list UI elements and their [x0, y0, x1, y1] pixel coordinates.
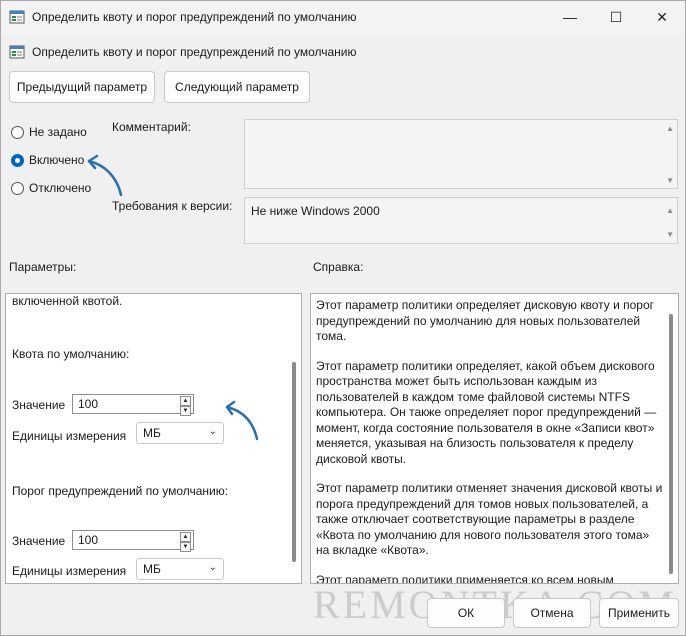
warning-value-text: 100	[78, 533, 99, 547]
help-paragraph: Этот параметр политики определяет, какой…	[316, 358, 657, 466]
help-panel: Этот параметр политики определяет дисков…	[310, 293, 679, 584]
policy-app-icon	[9, 10, 25, 24]
value2-label: Значение	[12, 534, 66, 548]
requirements-text: Не ниже Windows 2000	[251, 204, 380, 218]
annotation-arrow-icon	[225, 400, 259, 441]
warning-units-select[interactable]: МБ ⌄	[136, 558, 224, 580]
ok-button[interactable]: ОК	[427, 598, 505, 628]
policy-setting-icon	[9, 45, 25, 59]
scroll-down-icon[interactable]: ▼	[666, 230, 674, 239]
radio-disabled[interactable]: Отключено	[11, 181, 91, 195]
comment-label: Комментарий:	[112, 120, 191, 134]
title-bar: Определить квоту и порог предупреждений …	[1, 1, 685, 33]
radio-indicator	[11, 181, 24, 195]
requirements-label: Требования к версии:	[112, 199, 233, 213]
comment-textarea[interactable]: ▲ ▼	[244, 119, 678, 189]
maximize-icon: ☐	[609, 8, 623, 25]
chevron-down-icon: ⌄	[208, 562, 217, 573]
default-quota-label: Квота по умолчанию:	[12, 347, 130, 361]
quota-units-value: МБ	[143, 426, 161, 440]
spinner-buttons[interactable]: ▲ ▼	[180, 396, 191, 416]
minimize-icon: —	[563, 9, 577, 25]
help-paragraph: Этот параметр политики определяет дисков…	[316, 298, 655, 343]
radio-label: Не задано	[29, 125, 87, 139]
close-button[interactable]: ✕	[639, 1, 685, 33]
radio-label: Включено	[29, 153, 85, 167]
spin-up-icon[interactable]: ▲	[180, 396, 191, 406]
close-icon: ✕	[656, 8, 668, 25]
params-scrollbar[interactable]	[292, 362, 296, 562]
quota-value-spinner[interactable]: 100 ▲ ▼	[72, 394, 194, 416]
warning-value-spinner[interactable]: 100 ▲ ▼	[72, 530, 194, 552]
help-paragraph: Этот параметр политики применяется ко вс…	[316, 572, 614, 584]
window-title: Определить квоту и порог предупреждений …	[32, 10, 357, 24]
quota-value-text: 100	[78, 397, 99, 411]
spin-down-icon[interactable]: ▼	[180, 406, 191, 416]
value1-label: Значение	[12, 398, 66, 412]
radio-enabled[interactable]: Включено	[11, 153, 84, 167]
scroll-up-icon[interactable]: ▲	[666, 124, 674, 133]
apply-button[interactable]: Применить	[599, 598, 679, 628]
scroll-up-icon[interactable]: ▲	[666, 206, 674, 215]
radio-indicator	[11, 153, 24, 167]
maximize-button[interactable]: ☐	[593, 1, 639, 33]
scroll-down-icon[interactable]: ▼	[666, 176, 674, 185]
policy-dialog-window: Определить квоту и порог предупреждений …	[0, 0, 686, 636]
quota-units-select[interactable]: МБ ⌄	[136, 422, 224, 444]
spin-down-icon[interactable]: ▼	[180, 542, 191, 552]
params-header: Параметры:	[9, 260, 77, 274]
chevron-down-icon: ⌄	[208, 426, 217, 437]
previous-setting-button[interactable]: Предыдущий параметр	[9, 71, 155, 103]
annotation-arrow-icon	[87, 154, 123, 197]
warning-units-value: МБ	[143, 562, 161, 576]
spinner-buttons[interactable]: ▲ ▼	[180, 532, 191, 552]
radio-indicator	[11, 125, 24, 139]
next-setting-button[interactable]: Следующий параметр	[164, 71, 310, 103]
requirements-box: Не ниже Windows 2000 ▲ ▼	[244, 197, 678, 244]
params-intro-text: включенной квотой.	[12, 294, 123, 308]
units2-label: Единицы измерения	[12, 564, 127, 578]
minimize-button[interactable]: —	[547, 1, 593, 33]
spin-up-icon[interactable]: ▲	[180, 532, 191, 542]
radio-not-configured[interactable]: Не задано	[11, 125, 87, 139]
policy-title: Определить квоту и порог предупреждений …	[32, 45, 357, 59]
units1-label: Единицы измерения	[12, 429, 127, 443]
help-scrollbar[interactable]	[669, 314, 673, 574]
help-header: Справка:	[313, 260, 364, 274]
help-paragraph: Этот параметр политики отменяет значения…	[316, 481, 663, 557]
warning-threshold-label: Порог предупреждений по умолчанию:	[12, 484, 229, 498]
cancel-button[interactable]: Отмена	[513, 598, 591, 628]
